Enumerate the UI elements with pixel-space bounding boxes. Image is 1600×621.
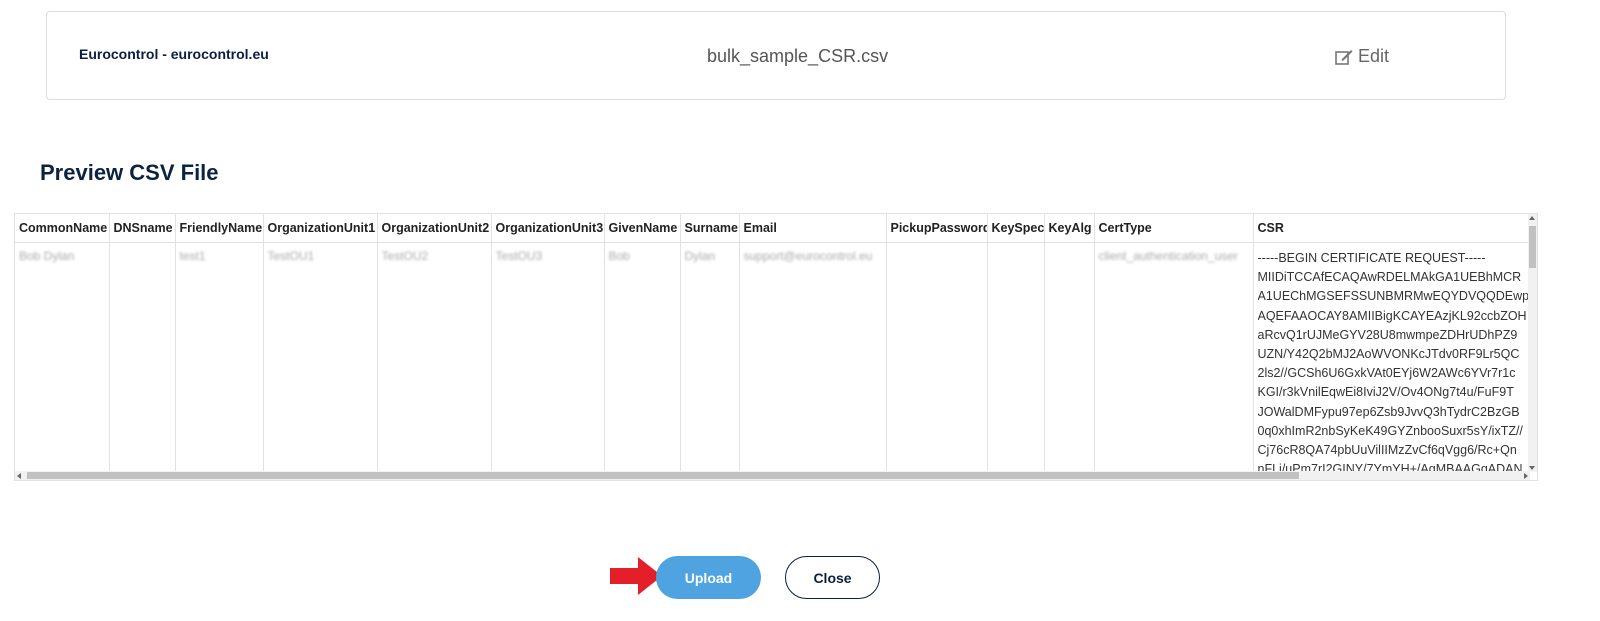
cell-key-alg bbox=[1044, 242, 1095, 480]
csr-line: KGI/r3kVnilEqwEi8IviJ2V/Ov4ONg7t4u/FuF9T bbox=[1257, 385, 1514, 400]
column-header: GivenName bbox=[604, 214, 681, 243]
red-arrow-icon bbox=[610, 557, 662, 595]
scroll-left-icon[interactable] bbox=[17, 473, 21, 479]
csr-line: MIIDiTCCAfECAQAwRDELMAkGA1UEBhMCR bbox=[1257, 270, 1522, 285]
column-header: KeySpec bbox=[987, 214, 1045, 243]
column-header: DNSname bbox=[109, 214, 176, 243]
column-header: CommonName bbox=[15, 214, 110, 243]
csr-line: 0q0xhImR2nbSyKeK49GYZnbooSuxr5sY/ixTZ// bbox=[1257, 423, 1523, 438]
file-name: bulk_sample_CSR.csv bbox=[707, 46, 889, 66]
horizontal-scrollbar[interactable] bbox=[15, 471, 1530, 480]
csr-line: aRcvQ1rUJMeGYV28U8mwmpeZDHrUDhPZ9 bbox=[1257, 327, 1518, 342]
cell-pickup-password bbox=[886, 242, 988, 480]
csr-line: 2ls2//GCSh6U6GxkVAt0EYj6W2AWc6YVr7r1c bbox=[1257, 366, 1516, 381]
scroll-up-icon[interactable] bbox=[1529, 216, 1535, 220]
cell-key-spec bbox=[987, 242, 1045, 480]
column-header: CSR bbox=[1253, 214, 1537, 243]
cell-given-name: Bob bbox=[604, 242, 681, 480]
csv-preview-table[interactable]: CommonName DNSname FriendlyName Organiza… bbox=[14, 213, 1538, 481]
cell-cert-type: client_authentication_user bbox=[1094, 242, 1254, 480]
csr-line: -----BEGIN CERTIFICATE REQUEST----- bbox=[1257, 251, 1486, 265]
scroll-down-icon[interactable] bbox=[1529, 466, 1535, 470]
upload-button[interactable]: Upload bbox=[656, 556, 761, 599]
cell-friendly-name: test1 bbox=[175, 242, 264, 480]
cell-ou3: TestOU3 bbox=[491, 242, 605, 480]
column-header: Email bbox=[739, 214, 887, 243]
table-row: Bob Dylan test1 TestOU1 TestOU2 TestOU3 … bbox=[15, 242, 1537, 480]
cell-csr: -----BEGIN CERTIFICATE REQUEST----- MIID… bbox=[1253, 242, 1537, 480]
cell-surname: Dylan bbox=[680, 242, 740, 480]
vertical-scroll-thumb[interactable] bbox=[1529, 226, 1536, 268]
column-header: KeyAlg bbox=[1044, 214, 1095, 243]
csr-line: A1UEChMGSEFSSUNBMRMwEQYDVQQDEwp bbox=[1257, 289, 1530, 304]
upload-summary-card: Eurocontrol - eurocontrol.eu bulk_sample… bbox=[46, 11, 1506, 100]
edit-icon bbox=[1335, 49, 1353, 65]
cell-ou1: TestOU1 bbox=[263, 242, 378, 480]
csr-line: AQEFAAOCAY8AMIIBigKCAYEAzjKL92ccbZOH bbox=[1257, 308, 1527, 323]
column-header: PickupPassword bbox=[886, 214, 988, 243]
column-header: Surname bbox=[680, 214, 740, 243]
table-header-row: CommonName DNSname FriendlyName Organiza… bbox=[15, 214, 1537, 243]
organization-name: Eurocontrol - eurocontrol.eu bbox=[79, 46, 269, 62]
cell-ou2: TestOU2 bbox=[377, 242, 492, 480]
edit-label: Edit bbox=[1358, 46, 1390, 66]
cell-dns-name bbox=[109, 242, 176, 480]
vertical-scrollbar[interactable] bbox=[1528, 214, 1537, 472]
column-header: OrganizationUnit2 bbox=[377, 214, 492, 243]
preview-title: Preview CSV File bbox=[40, 160, 219, 185]
edit-button[interactable]: Edit bbox=[1335, 46, 1389, 67]
horizontal-scroll-thumb[interactable] bbox=[27, 472, 1299, 479]
column-header: OrganizationUnit3 bbox=[491, 214, 605, 243]
column-header: FriendlyName bbox=[175, 214, 264, 243]
csr-line: UZN/Y42Q2bMJ2AoWVONKcJTdv0RF9Lr5QC bbox=[1257, 347, 1520, 362]
scroll-right-icon[interactable] bbox=[1524, 473, 1528, 479]
csr-line: Cj76cR8QA74pbUuVilIIMzZvCf6qVgg6/Rc+Qn bbox=[1257, 443, 1517, 458]
cell-email: support@eurocontrol.eu bbox=[739, 242, 887, 480]
column-header: OrganizationUnit1 bbox=[263, 214, 378, 243]
csr-line: JOWalDMFypu97ep6Zsb9JvvQ3hTydrC2BzGB bbox=[1257, 404, 1520, 419]
cell-common-name: Bob Dylan bbox=[15, 242, 110, 480]
column-header: CertType bbox=[1094, 214, 1254, 243]
close-button[interactable]: Close bbox=[785, 556, 880, 599]
